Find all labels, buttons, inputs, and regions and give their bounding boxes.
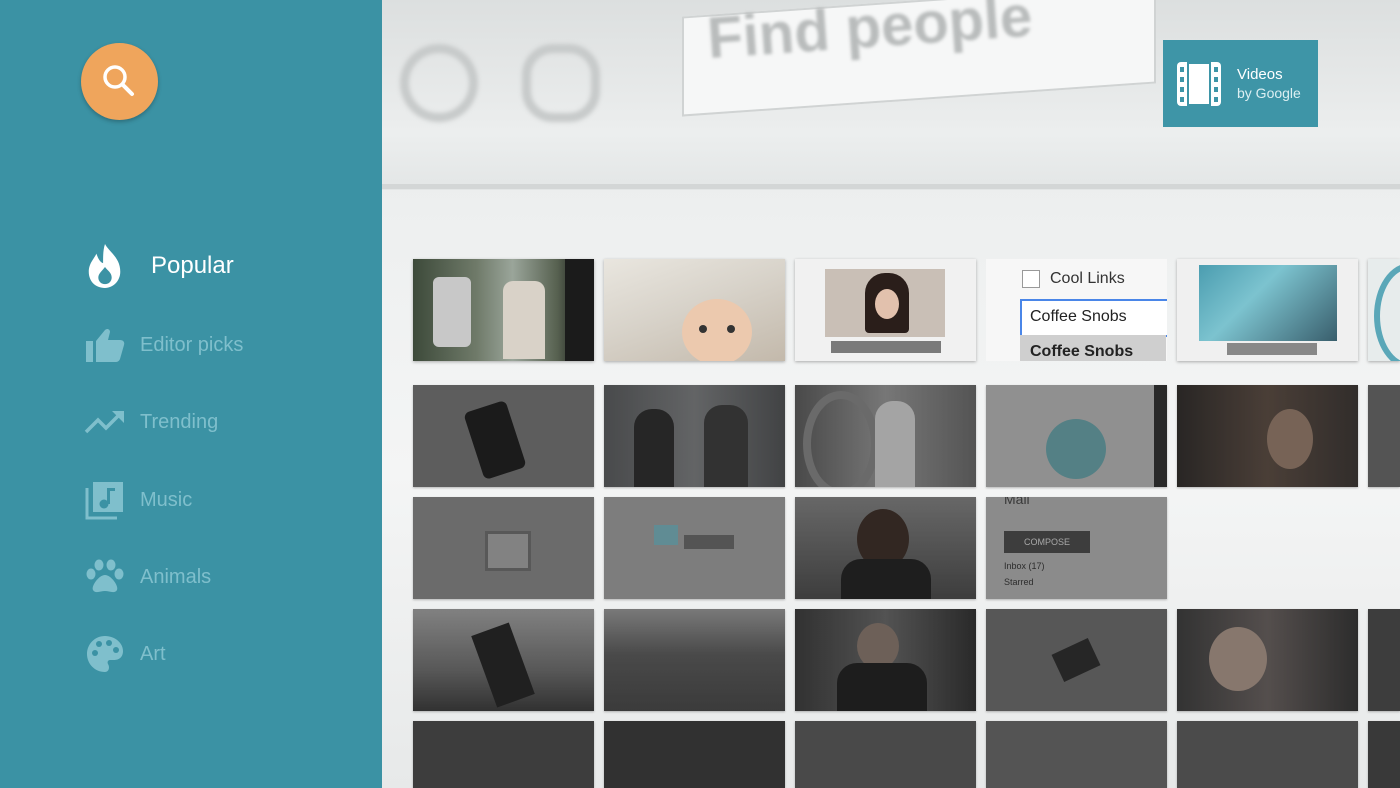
search-button[interactable] <box>81 43 158 120</box>
video-thumbnail[interactable]: Mail COMPOSE Inbox (17) Starred <box>986 497 1167 599</box>
video-thumbnail[interactable] <box>795 497 976 599</box>
sidebar-item-editor-picks[interactable]: Editor picks <box>84 320 243 370</box>
video-thumbnail[interactable] <box>1368 385 1400 487</box>
videos-by-google-logo: Videos by Google <box>1163 40 1318 127</box>
video-thumbnail[interactable] <box>795 721 976 788</box>
background-link-icon <box>522 44 600 122</box>
video-thumbnail[interactable] <box>604 385 785 487</box>
background-circle-icon <box>400 44 478 122</box>
video-thumbnail[interactable] <box>1368 721 1400 788</box>
film-strip-icon <box>1177 61 1221 106</box>
search-icon <box>103 65 134 96</box>
video-thumbnail[interactable] <box>986 385 1167 487</box>
video-thumbnail[interactable] <box>986 721 1167 788</box>
video-thumbnail[interactable] <box>1177 385 1358 487</box>
palette-icon <box>84 633 126 675</box>
video-thumbnail[interactable] <box>1368 259 1400 361</box>
sidebar-item-popular[interactable]: Popular <box>84 241 234 291</box>
coffee-snobs-input-text: Coffee Snobs <box>1030 308 1127 325</box>
logo-title: Videos <box>1237 65 1283 83</box>
video-thumbnail[interactable] <box>413 609 594 711</box>
inbox-label: Inbox (17) <box>1004 561 1045 571</box>
cool-links-text: Cool Links <box>1050 270 1125 287</box>
video-thumbnail[interactable] <box>604 609 785 711</box>
compose-label: COMPOSE <box>1024 537 1071 547</box>
sidebar: Popular Editor picks Trending Music Anim… <box>0 0 382 788</box>
coffee-snobs-label: Coffee Snobs <box>1030 343 1134 360</box>
video-thumbnail[interactable]: Cool Links Coffee Snobs Coffee Snobs <box>986 259 1167 361</box>
sidebar-item-trending[interactable]: Trending <box>84 397 218 447</box>
video-thumbnail[interactable] <box>413 721 594 788</box>
sidebar-item-label: Popular <box>151 252 234 279</box>
mail-label: Mail <box>1004 497 1030 507</box>
sidebar-item-label: Animals <box>140 565 212 588</box>
sidebar-item-art[interactable]: Art <box>84 629 166 679</box>
sidebar-item-animals[interactable]: Animals <box>84 552 211 602</box>
video-thumbnail[interactable] <box>1368 609 1400 711</box>
sidebar-item-label: Trending <box>140 410 219 433</box>
paw-icon <box>84 556 126 598</box>
sidebar-item-label: Art <box>140 642 166 665</box>
video-thumbnail[interactable] <box>1177 721 1358 788</box>
video-thumbnail[interactable] <box>413 497 594 599</box>
video-thumbnail[interactable] <box>413 259 594 361</box>
video-thumbnail[interactable] <box>795 385 976 487</box>
video-thumbnail[interactable] <box>604 259 785 361</box>
video-thumbnail[interactable] <box>604 497 785 599</box>
video-thumbnail[interactable] <box>413 385 594 487</box>
sidebar-item-music[interactable]: Music <box>84 475 192 525</box>
video-thumbnail[interactable] <box>795 609 976 711</box>
video-thumbnail[interactable] <box>986 609 1167 711</box>
logo-subtitle: by Google <box>1237 84 1301 101</box>
video-thumbnail[interactable] <box>604 721 785 788</box>
sidebar-item-label: Music <box>140 488 193 511</box>
flame-icon <box>84 244 126 288</box>
trending-up-icon <box>84 401 126 443</box>
thumbs-up-icon <box>84 324 126 366</box>
video-thumbnail[interactable] <box>795 259 976 361</box>
sidebar-item-label: Editor picks <box>140 333 244 356</box>
music-library-icon <box>84 479 126 521</box>
video-thumbnail[interactable] <box>1177 259 1358 361</box>
starred-label: Starred <box>1004 577 1034 587</box>
video-thumbnail[interactable] <box>1177 609 1358 711</box>
